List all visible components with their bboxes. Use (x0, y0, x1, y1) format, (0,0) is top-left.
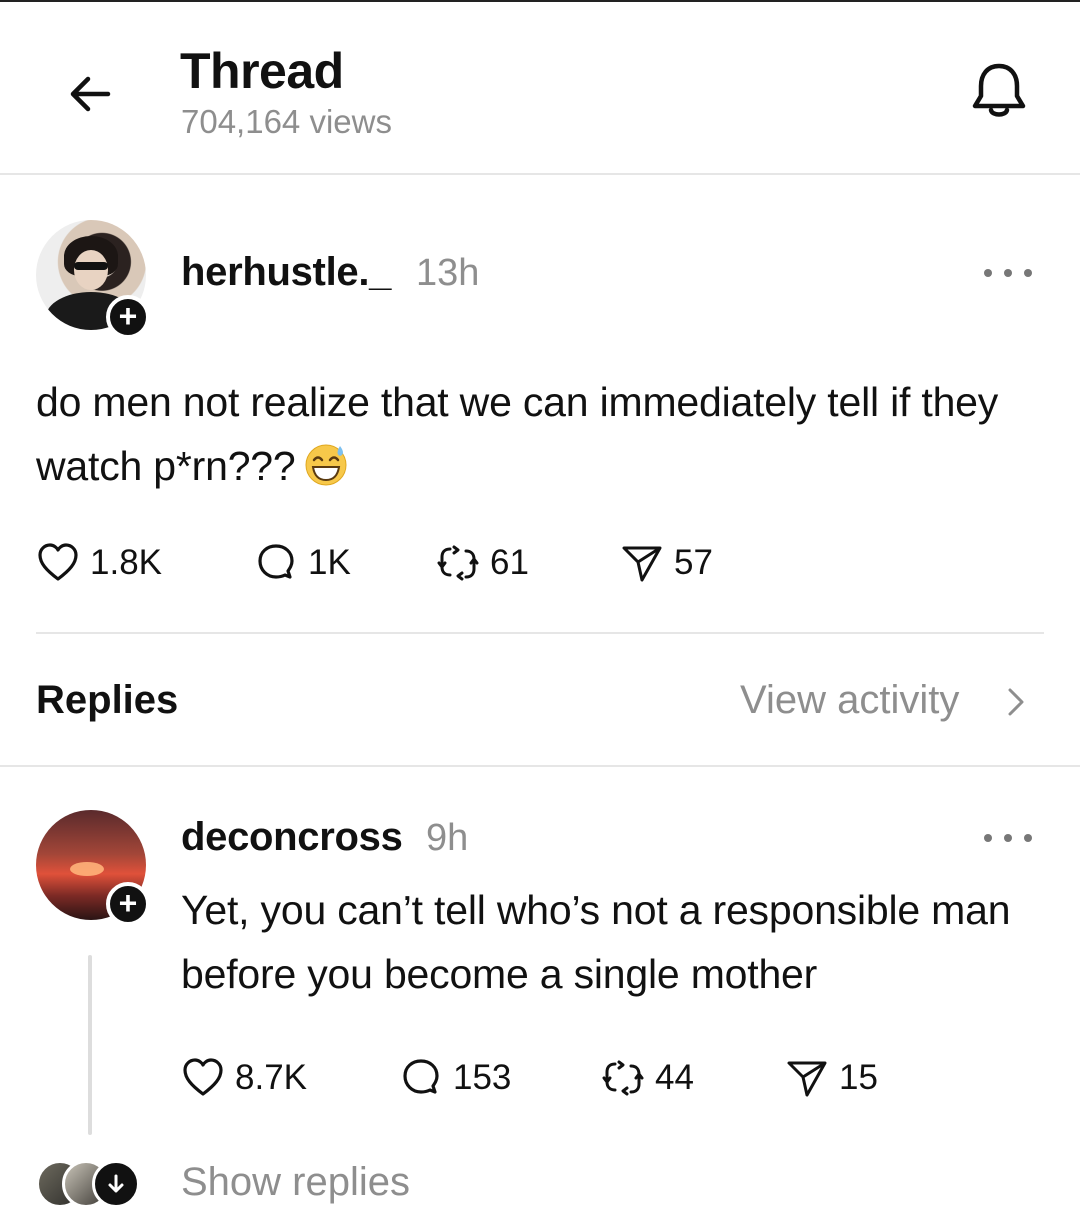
comment-button[interactable]: 1K (254, 538, 351, 588)
heart-icon (38, 543, 78, 581)
follow-plus-icon[interactable]: + (106, 882, 150, 926)
arrow-left-icon[interactable] (62, 66, 118, 122)
reply-time: 9h (426, 817, 469, 859)
like-button[interactable]: 8.7K (181, 1053, 307, 1103)
share-button[interactable]: 15 (785, 1053, 878, 1103)
view-count: 704,164 views (181, 103, 392, 140)
replies-heading: Replies (36, 678, 179, 722)
post-text: do men not realize that we can immediate… (36, 370, 1046, 498)
page-title: Thread (180, 43, 344, 99)
share-button[interactable]: 57 (620, 538, 713, 588)
arrow-down-icon (92, 1160, 140, 1208)
thread-header: Thread 704,164 views (0, 0, 1080, 175)
more-icon[interactable] (984, 266, 1036, 280)
thread-line (88, 955, 92, 1135)
follow-plus-icon[interactable]: + (106, 295, 150, 339)
view-activity-link[interactable]: View activity (740, 678, 959, 723)
like-count: 8.7K (235, 1058, 307, 1097)
heart-icon (183, 1058, 223, 1096)
send-icon (622, 546, 662, 582)
comment-count: 153 (453, 1058, 512, 1097)
share-count: 15 (839, 1058, 878, 1097)
reply-actions: 8.7K 153 44 15 (181, 1053, 941, 1103)
reply-avatars[interactable] (36, 1160, 156, 1210)
reply-body: Yet, you can’t tell who’s not a responsi… (181, 887, 1011, 997)
like-count: 1.8K (90, 543, 162, 582)
post-username[interactable]: herhustle._ (181, 250, 391, 295)
header-divider (0, 173, 1080, 175)
repost-icon (437, 545, 479, 581)
post-actions: 1.8K 1K 61 57 (36, 538, 756, 588)
comment-button[interactable]: 153 (399, 1053, 511, 1103)
reply-username[interactable]: deconcross (181, 815, 403, 860)
share-count: 57 (674, 543, 713, 582)
repost-count: 44 (655, 1058, 694, 1097)
bell-icon[interactable] (964, 56, 1034, 126)
post-body: do men not realize that we can immediate… (36, 379, 999, 489)
more-icon[interactable] (984, 831, 1036, 845)
grinning-sweat-emoji-icon (305, 444, 347, 486)
post-divider (36, 632, 1044, 634)
repost-button[interactable]: 61 (436, 538, 529, 588)
comment-icon (403, 1059, 439, 1094)
send-icon (787, 1061, 827, 1097)
comment-icon (258, 544, 294, 579)
post-time: 13h (416, 252, 480, 294)
repost-count: 61 (490, 543, 529, 582)
like-button[interactable]: 1.8K (36, 538, 162, 588)
show-replies-link[interactable]: Show replies (181, 1160, 410, 1205)
comment-count: 1K (308, 543, 351, 582)
chevron-right-icon[interactable] (1002, 684, 1032, 720)
replies-divider (0, 765, 1080, 767)
repost-button[interactable]: 44 (601, 1053, 694, 1103)
repost-icon (602, 1060, 644, 1096)
